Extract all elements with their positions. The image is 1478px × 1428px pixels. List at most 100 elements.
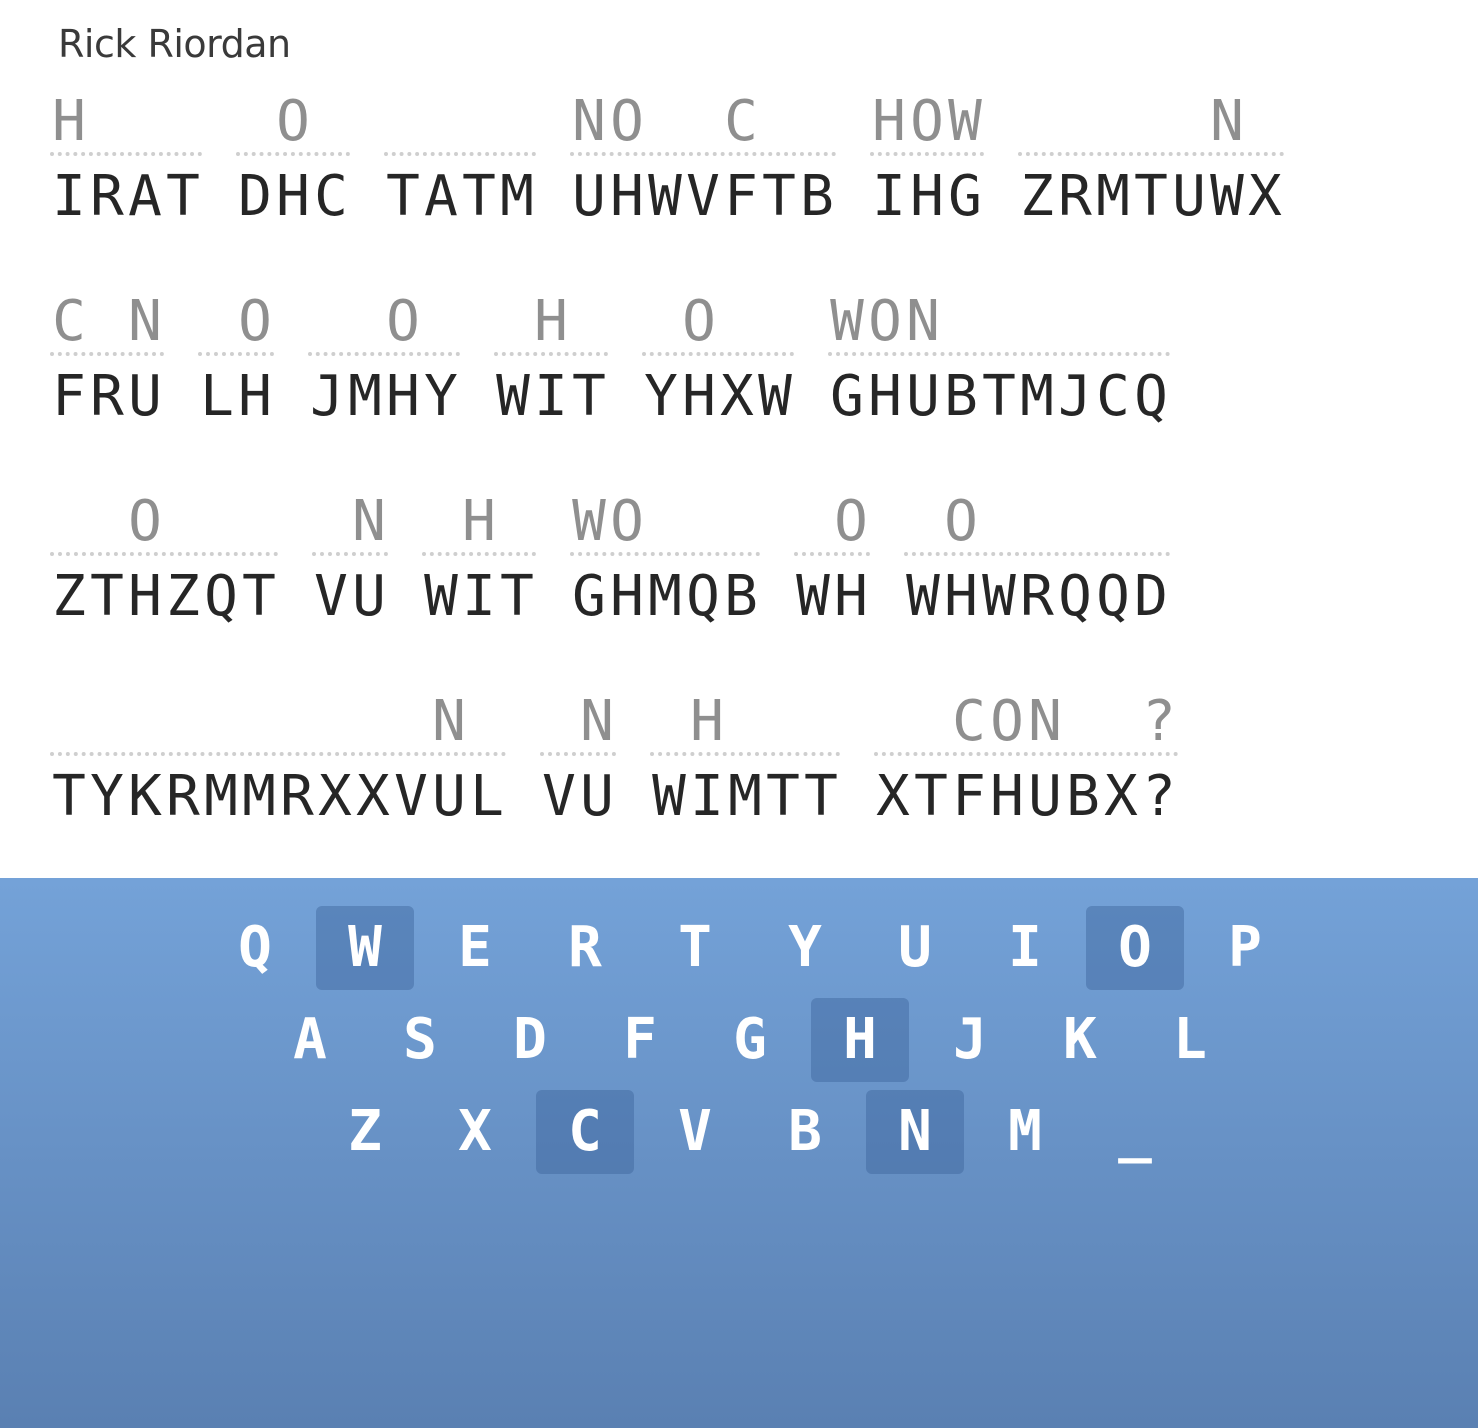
guess-letter-slot[interactable]	[802, 692, 840, 752]
guess-letter-slot[interactable]	[942, 292, 980, 352]
guess-letter-slot[interactable]: O	[608, 92, 646, 152]
cipher-letter[interactable]: W	[756, 364, 794, 430]
cipher-letter[interactable]: T	[498, 564, 536, 630]
cipher-letter[interactable]: I	[688, 764, 726, 830]
guess-letter-slot[interactable]	[684, 492, 722, 552]
guess-letter-slot[interactable]	[540, 692, 578, 752]
cipher-letter[interactable]: T	[164, 164, 202, 230]
cipher-letter[interactable]: R	[1018, 564, 1056, 630]
cipher-letter[interactable]: W	[646, 164, 684, 230]
cipher-letter[interactable]: X	[354, 764, 392, 830]
key-y[interactable]: Y	[756, 906, 854, 990]
cipher-letter[interactable]: K	[126, 764, 164, 830]
guess-letter-slot[interactable]	[1018, 292, 1056, 352]
guess-letter-slot[interactable]: O	[274, 92, 312, 152]
cipher-letter[interactable]: H	[908, 164, 946, 230]
guess-letter-slot[interactable]	[1132, 92, 1170, 152]
cipher-letter[interactable]: T	[88, 564, 126, 630]
guess-letter-slot[interactable]	[308, 292, 346, 352]
cipher-letter[interactable]: H	[680, 364, 718, 430]
cipher-letter[interactable]: H	[942, 564, 980, 630]
guess-letter-slot[interactable]	[240, 492, 278, 552]
cipher-letter[interactable]: W	[1208, 164, 1246, 230]
guess-letter-slot[interactable]	[422, 92, 460, 152]
guess-letter-slot[interactable]	[1056, 92, 1094, 152]
cipher-letter[interactable]: Q	[1094, 564, 1132, 630]
guess-letter-slot[interactable]: O	[866, 292, 904, 352]
cipher-letter[interactable]: H	[384, 364, 422, 430]
cipher-letter[interactable]: U	[904, 364, 942, 430]
guess-letter-slot[interactable]	[1018, 492, 1056, 552]
guess-letter-slot[interactable]: O	[680, 292, 718, 352]
cipher-letter[interactable]: M	[726, 764, 764, 830]
cipher-letter[interactable]: F	[950, 764, 988, 830]
guess-letter-slot[interactable]	[460, 92, 498, 152]
guess-letter-slot[interactable]	[88, 92, 126, 152]
key-j[interactable]: J	[921, 998, 1019, 1082]
guess-letter-slot[interactable]	[494, 292, 532, 352]
cipher-letter[interactable]: G	[828, 364, 866, 430]
guess-letter-slot[interactable]	[980, 492, 1018, 552]
guess-letter-slot[interactable]	[760, 92, 798, 152]
guess-letter-slot[interactable]	[1094, 492, 1132, 552]
cipher-letter[interactable]: Q	[1132, 364, 1170, 430]
guess-letter-slot[interactable]	[50, 492, 88, 552]
cipher-letter[interactable]: A	[126, 164, 164, 230]
guess-letter-slot[interactable]: W	[570, 492, 608, 552]
cipher-letter[interactable]: B	[722, 564, 760, 630]
guess-letter-slot[interactable]	[1132, 292, 1170, 352]
cipher-letter[interactable]: I	[532, 364, 570, 430]
key-u[interactable]: U	[866, 906, 964, 990]
cipher-letter[interactable]: U	[570, 164, 608, 230]
guess-letter-slot[interactable]	[164, 692, 202, 752]
key-x[interactable]: X	[426, 1090, 524, 1174]
cipher-letter[interactable]: I	[870, 164, 908, 230]
guess-letter-slot[interactable]: O	[988, 692, 1026, 752]
guess-letter-slot[interactable]	[468, 692, 506, 752]
cipher-letter[interactable]: C	[312, 164, 350, 230]
guess-letter-slot[interactable]: C	[722, 92, 760, 152]
cipher-letter[interactable]: H	[274, 164, 312, 230]
cipher-letter[interactable]: Q	[202, 564, 240, 630]
guess-letter-slot[interactable]	[312, 92, 350, 152]
key-v[interactable]: V	[646, 1090, 744, 1174]
key-m[interactable]: M	[976, 1090, 1074, 1174]
cipher-letter[interactable]: W	[650, 764, 688, 830]
cipher-letter[interactable]: U	[1026, 764, 1064, 830]
cipher-letter[interactable]: D	[1132, 564, 1170, 630]
guess-letter-slot[interactable]	[164, 92, 202, 152]
cipher-letter[interactable]: M	[240, 764, 278, 830]
key-r[interactable]: R	[536, 906, 634, 990]
guess-letter-slot[interactable]: N	[570, 92, 608, 152]
cipher-letter[interactable]: X	[874, 764, 912, 830]
key-n[interactable]: N	[866, 1090, 964, 1174]
guess-letter-slot[interactable]	[278, 692, 316, 752]
key-l[interactable]: L	[1141, 998, 1239, 1082]
cipher-letter[interactable]: T	[384, 164, 422, 230]
cipher-letter[interactable]: R	[88, 364, 126, 430]
cipher-letter[interactable]: W	[794, 564, 832, 630]
guess-letter-slot[interactable]	[722, 492, 760, 552]
cipher-letter[interactable]: W	[494, 364, 532, 430]
guess-letter-slot[interactable]	[642, 292, 680, 352]
key-b[interactable]: B	[756, 1090, 854, 1174]
cipher-letter[interactable]: R	[1056, 164, 1094, 230]
guess-letter-slot[interactable]: W	[828, 292, 866, 352]
guess-letter-slot[interactable]	[50, 692, 88, 752]
cipher-letter[interactable]: X	[1102, 764, 1140, 830]
cipher-letter[interactable]: W	[422, 564, 460, 630]
cipher-letter[interactable]: I	[50, 164, 88, 230]
guess-letter-slot[interactable]: O	[126, 492, 164, 552]
cipher-letter[interactable]: H	[988, 764, 1026, 830]
guess-letter-slot[interactable]	[764, 692, 802, 752]
cipher-letter[interactable]: V	[392, 764, 430, 830]
key-i[interactable]: I	[976, 906, 1074, 990]
cipher-letter[interactable]: T	[460, 164, 498, 230]
guess-letter-slot[interactable]	[422, 492, 460, 552]
cipher-letter[interactable]: H	[236, 364, 274, 430]
guess-letter-slot[interactable]	[1094, 292, 1132, 352]
guess-letter-slot[interactable]	[164, 492, 202, 552]
guess-letter-slot[interactable]	[88, 492, 126, 552]
guess-letter-slot[interactable]: N	[1208, 92, 1246, 152]
key-w[interactable]: W	[316, 906, 414, 990]
